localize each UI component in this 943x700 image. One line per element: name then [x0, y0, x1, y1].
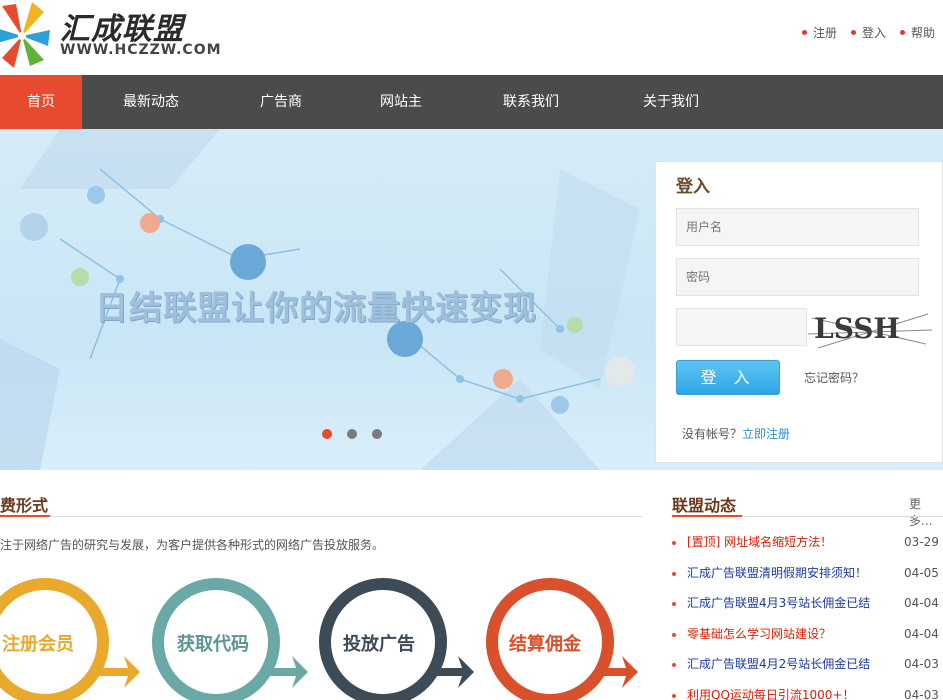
bullet-icon	[672, 541, 676, 545]
bullet-icon	[672, 663, 676, 667]
news-item-date: 04-03	[904, 687, 939, 700]
banner-slogan: 日结联盟让你的流量快速变现	[95, 288, 537, 327]
nav-item-about[interactable]: 关于我们	[622, 75, 720, 129]
steps-row: 注册会员 获取代码 投放广告 结算佣金	[0, 576, 660, 700]
bullet-icon	[672, 571, 676, 576]
slider-dots	[322, 429, 382, 439]
captcha-input[interactable]	[676, 308, 807, 346]
forgot-password-link[interactable]: 忘记密码？	[804, 369, 864, 386]
news-item-title[interactable]: 零基础怎么学习网站建设？	[687, 619, 831, 649]
news-title-underline	[672, 515, 742, 517]
bullet-icon	[672, 602, 676, 606]
login-panel: 登入 LSSH 登 入 忘记密码？ 没有帐号？立即注册	[655, 161, 943, 463]
news-item: 汇成广告联盟4月2号站长佣金已结 04-03	[672, 649, 943, 680]
help-link[interactable]: 帮助	[899, 24, 935, 41]
captcha-image[interactable]: LSSH	[808, 304, 932, 352]
captcha-char: LSSH	[814, 312, 900, 345]
login-link[interactable]: 登入	[850, 24, 886, 41]
slider-dot-1[interactable]	[322, 429, 332, 439]
register-link[interactable]: 注册	[801, 24, 837, 41]
news-list: [置顶] 网址域名缩短方法！ 03-29 汇成广告联盟清明假期安排须知！ 04-…	[672, 527, 943, 700]
slider-dot-2[interactable]	[347, 429, 357, 439]
no-account-text: 没有帐号？立即注册	[682, 427, 791, 441]
news-item: 汇成广告联盟4月3号站长佣金已结 04-04	[672, 588, 943, 619]
step-label-get-code[interactable]: 获取代码	[177, 630, 249, 656]
step-label-place-ads[interactable]: 投放广告	[343, 630, 415, 656]
step-label-register[interactable]: 注册会员	[2, 630, 74, 656]
fees-intro: 注于网络广告的研究与发展，为客户提供各种形式的网络广告投放服务。	[0, 538, 385, 552]
step-label-settle[interactable]: 结算佣金	[509, 630, 581, 656]
nav-item-contact[interactable]: 联系我们	[482, 75, 580, 129]
news-item-title[interactable]: 汇成广告联盟清明假期安排须知！	[687, 558, 867, 588]
top-links: 注册 登入 帮助	[801, 24, 935, 41]
fees-title-underline	[0, 515, 50, 517]
username-input[interactable]	[676, 208, 919, 246]
main-nav: 首页 最新动态 广告商 网站主 联系我们 关于我们	[0, 75, 943, 129]
news-more-link[interactable]: 更多...	[909, 495, 943, 529]
news-item: [置顶] 网址域名缩短方法！ 03-29	[672, 527, 943, 558]
news-item: 利用QQ运动每日引流1000+！ 04-03	[672, 680, 943, 700]
site-header: 汇成联盟 WWW.HCZZW.COM 注册 登入 帮助	[0, 0, 943, 75]
nav-item-publishers[interactable]: 网站主	[352, 75, 450, 129]
login-submit-button[interactable]: 登 入	[676, 360, 780, 395]
bullet-icon	[801, 30, 807, 35]
fees-section-title: 费形式	[0, 496, 49, 515]
news-item: 零基础怎么学习网站建设？ 04-04	[672, 619, 943, 650]
password-input[interactable]	[676, 258, 919, 296]
logo-url: WWW.HCZZW.COM	[60, 42, 222, 58]
nav-item-news[interactable]: 最新动态	[102, 75, 200, 129]
bullet-icon	[899, 30, 905, 35]
nav-item-advertisers[interactable]: 广告商	[232, 75, 330, 129]
register-now-link[interactable]: 立即注册	[742, 427, 790, 441]
news-item-date: 04-04	[904, 626, 939, 641]
news-item-date: 04-04	[904, 596, 939, 610]
login-title: 登入	[676, 177, 710, 197]
logo-pinwheel-icon[interactable]	[0, 0, 52, 70]
news-item-title[interactable]: [置顶] 网址域名缩短方法！	[687, 527, 832, 557]
news-section-title: 联盟动态	[672, 496, 737, 515]
news-item-title[interactable]: 汇成广告联盟4月2号站长佣金已结	[687, 649, 870, 679]
news-item-title[interactable]: 汇成广告联盟4月3号站长佣金已结	[687, 588, 870, 618]
news-item-date: 04-05	[904, 565, 939, 580]
bullet-icon	[672, 693, 676, 698]
fees-divider	[0, 516, 642, 517]
slider-dot-3[interactable]	[372, 429, 382, 439]
news-item: 汇成广告联盟清明假期安排须知！ 04-05	[672, 558, 943, 589]
news-item-date: 04-03	[904, 657, 939, 671]
news-item-title[interactable]: 利用QQ运动每日引流1000+！	[687, 680, 855, 700]
bullet-icon	[850, 30, 856, 35]
news-item-date: 03-29	[904, 535, 939, 549]
nav-item-home[interactable]: 首页	[0, 75, 82, 129]
bullet-icon	[672, 632, 676, 637]
